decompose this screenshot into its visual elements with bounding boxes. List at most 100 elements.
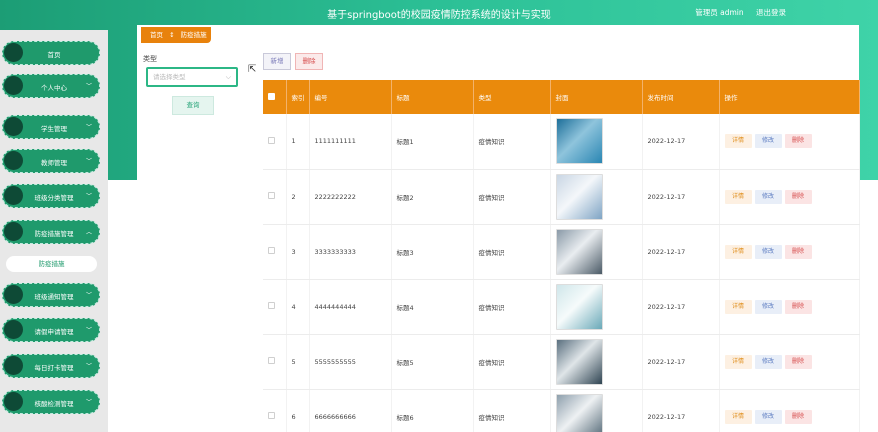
sidebar-item[interactable]: 首页 (2, 41, 100, 65)
detail-button[interactable]: 详情 (724, 244, 752, 259)
edit-button[interactable]: 修改 (754, 409, 782, 424)
cell-code: 1111111111 (309, 114, 392, 170)
sidebar-item-dot (4, 43, 23, 62)
col-title: 标题 (391, 80, 474, 114)
cell-index: 1 (286, 114, 310, 170)
cell-title: 标题4 (391, 279, 474, 335)
chevron-down-icon: ﹀ (85, 83, 92, 90)
cell-title: 标题5 (391, 334, 474, 390)
detail-button[interactable]: 详情 (724, 189, 752, 204)
cell-cover (550, 279, 643, 335)
sidebar-item[interactable]: 个人中心 ﹀ (2, 74, 100, 98)
select-all-checkbox[interactable] (263, 80, 287, 114)
cell-actions: 详情 修改 删除 (719, 114, 860, 170)
cell-publish-date: 2022-12-17 (642, 169, 720, 225)
cover-image (555, 283, 603, 330)
row-checkbox-cell[interactable] (263, 334, 287, 390)
detail-button[interactable]: 详情 (724, 409, 752, 424)
chevron-down-icon: ﹀ (85, 399, 92, 406)
sidebar-subitem-anti-epidemic-measures[interactable]: 防疫措施 (6, 256, 97, 272)
row-checkbox-cell[interactable] (263, 169, 287, 225)
cell-actions: 详情 修改 删除 (719, 224, 860, 280)
row-checkbox[interactable] (268, 136, 275, 144)
row-checkbox[interactable] (268, 247, 275, 254)
detail-button[interactable]: 详情 (724, 354, 752, 369)
row-checkbox[interactable] (268, 357, 275, 364)
delete-button[interactable]: 删除 (784, 299, 812, 314)
chevron-down-icon: ﹀ (85, 327, 92, 334)
sidebar-item[interactable]: 学生管理 ﹀ (2, 115, 100, 139)
row-checkbox-cell[interactable] (263, 389, 287, 432)
edit-button[interactable]: 修改 (754, 134, 782, 149)
edit-button[interactable]: 修改 (754, 299, 782, 314)
cell-code: 5555555555 (309, 334, 392, 390)
row-checkbox-cell[interactable] (263, 279, 287, 335)
type-filter-label: 类型 (143, 55, 157, 63)
add-button[interactable]: 新增 (263, 53, 291, 70)
cell-index: 3 (286, 224, 310, 280)
row-checkbox[interactable] (268, 192, 275, 199)
delete-button[interactable]: 删除 (784, 409, 812, 424)
breadcrumb-home[interactable]: 首页 (150, 31, 163, 39)
sidebar-item[interactable]: 教师管理 ﹀ (2, 149, 100, 173)
cell-title: 标题2 (391, 169, 474, 225)
row-checkbox[interactable] (268, 302, 275, 309)
cover-image (555, 338, 603, 385)
sidebar-item-label: 首页 (47, 51, 61, 59)
data-table: 索引 编号 标题 类型 封面 发布时间 操作 1 1111111111 标题1 疫情知… (263, 80, 860, 432)
cell-type: 疫情知识 (473, 279, 551, 335)
sidebar-item[interactable]: 核酸检测管理 ﹀ (2, 390, 100, 414)
sidebar-item-dot (4, 356, 23, 375)
delete-button[interactable]: 删除 (784, 134, 812, 149)
search-button[interactable]: 查询 (172, 96, 214, 115)
table-row: 6 6666666666 标题6 疫情知识 2022-12-17 详情 修改 删除 (263, 389, 860, 432)
delete-button[interactable]: 删除 (784, 354, 812, 369)
detail-button[interactable]: 详情 (724, 299, 752, 314)
type-select[interactable]: 请选择类型 ⌵ (146, 67, 238, 87)
cell-title: 标题1 (391, 114, 474, 170)
sidebar-item[interactable]: 每日打卡管理 ﹀ (2, 354, 100, 378)
col-type: 类型 (473, 80, 551, 114)
delete-button[interactable]: 删除 (784, 189, 812, 204)
breadcrumb: 首页 ↕ 防疫措施 (141, 27, 211, 43)
sidebar-item-label: 教师管理 (41, 159, 67, 167)
sidebar-item[interactable]: 班级通知管理 ﹀ (2, 283, 100, 307)
table-row: 5 5555555555 标题5 疫情知识 2022-12-17 详情 修改 删除 (263, 334, 860, 390)
table-header-row: 索引 编号 标题 类型 封面 发布时间 操作 (263, 80, 860, 114)
cover-image (555, 228, 603, 275)
col-code: 编号 (309, 80, 392, 114)
sidebar-item-label: 学生管理 (41, 125, 67, 133)
batch-delete-button[interactable]: 删除 (295, 53, 323, 70)
sidebar-item-dot (4, 186, 23, 205)
detail-button[interactable]: 详情 (724, 134, 752, 149)
cell-cover (550, 224, 643, 280)
row-checkbox-cell[interactable] (263, 114, 287, 170)
cell-cover (550, 114, 643, 170)
sidebar-item[interactable]: 请假申请管理 ﹀ (2, 318, 100, 342)
cell-type: 疫情知识 (473, 224, 551, 280)
edit-button[interactable]: 修改 (754, 354, 782, 369)
edit-button[interactable]: 修改 (754, 189, 782, 204)
sidebar-item-dot (4, 117, 23, 136)
cell-publish-date: 2022-12-17 (642, 389, 720, 432)
cell-type: 疫情知识 (473, 114, 551, 170)
logout-link[interactable]: 退出登录 (756, 8, 786, 17)
sidebar-item[interactable]: 防疫措施管理 ︿ (2, 220, 100, 244)
sidebar-item-label: 核酸检测管理 (34, 400, 74, 408)
row-checkbox[interactable] (268, 412, 275, 419)
table-row: 2 2222222222 标题2 疫情知识 2022-12-17 详情 修改 删除 (263, 169, 860, 225)
delete-button[interactable]: 删除 (784, 244, 812, 259)
cell-title: 标题3 (391, 224, 474, 280)
table-row: 1 1111111111 标题1 疫情知识 2022-12-17 详情 修改 删除 (263, 114, 860, 170)
col-actions: 操作 (719, 80, 860, 114)
col-cover: 封面 (550, 80, 643, 114)
breadcrumb-separator: ↕ (169, 31, 175, 39)
col-publish-date: 发布时间 (642, 80, 720, 114)
row-checkbox-cell[interactable] (263, 224, 287, 280)
sidebar-item-dot (4, 76, 23, 95)
cell-actions: 详情 修改 删除 (719, 169, 860, 225)
cell-cover (550, 169, 643, 225)
sidebar-item[interactable]: 班级分类管理 ﹀ (2, 184, 100, 208)
edit-button[interactable]: 修改 (754, 244, 782, 259)
sidebar-item-label: 请假申请管理 (34, 328, 74, 336)
